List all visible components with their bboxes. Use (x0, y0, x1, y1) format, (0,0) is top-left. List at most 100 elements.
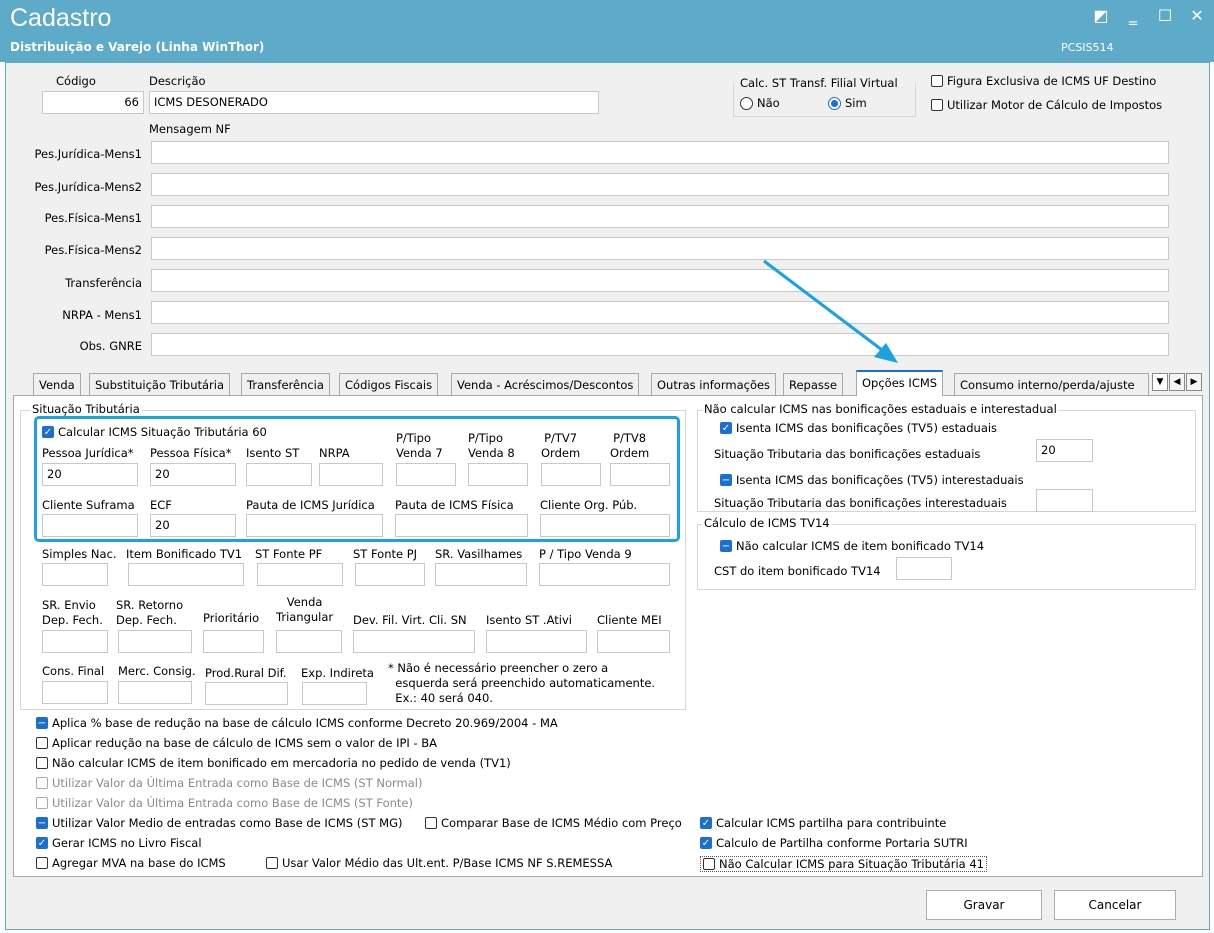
pessoa-juridica-input[interactable]: 20 (42, 463, 138, 486)
msg-input-1[interactable] (151, 141, 1169, 164)
nao-calcular-tv1-checkbox[interactable]: Não calcular ICMS de item bonificado em … (36, 756, 511, 770)
p-tipo-venda7-input[interactable] (396, 463, 456, 486)
figura-exclusiva-label: Figura Exclusiva de ICMS UF Destino (947, 74, 1157, 88)
usar-valor-medio-checkbox[interactable]: Usar Valor Médio das Ult.ent. P/Base ICM… (266, 856, 612, 870)
pauta-juridica-input[interactable] (246, 514, 383, 537)
msg-input-3[interactable] (151, 205, 1169, 228)
partilha-sutri-checkbox[interactable]: ✓ Calculo de Partilha conforme Portaria S… (700, 836, 968, 850)
comparar-base-label: Comparar Base de ICMS Médio com Preço (441, 816, 682, 830)
restore-icon[interactable]: ◩ (1092, 6, 1110, 25)
gravar-button[interactable]: Gravar (926, 890, 1042, 920)
p-tipo-venda8-input[interactable] (468, 463, 528, 486)
isento-st-ativi-input[interactable] (486, 630, 587, 653)
maximize-icon[interactable]: ☐ (1156, 6, 1174, 25)
pessoa-fisica-input[interactable]: 20 (150, 463, 236, 486)
msg-input-4[interactable] (151, 237, 1169, 260)
item-bonificado-label: Item Bonificado TV1 (126, 547, 243, 561)
sit-interestaduais-input[interactable] (1036, 489, 1093, 512)
st-fonte-pj-input[interactable] (355, 563, 425, 586)
radio-nao-icon (740, 96, 753, 110)
sr-retorno-input[interactable] (118, 630, 192, 653)
tab-repasse[interactable]: Repasse (783, 373, 843, 395)
figura-exclusiva-checkbox[interactable]: Figura Exclusiva de ICMS UF Destino (931, 74, 1156, 88)
tab-scroll-left-icon[interactable]: ◀ (1169, 373, 1185, 391)
cliente-mei-input[interactable] (597, 630, 670, 653)
tab-codigos-fiscais[interactable]: Códigos Fiscais (339, 373, 439, 395)
tab-substituicao-tributaria[interactable]: Substituição Tributária (89, 373, 231, 395)
radio-sim[interactable]: Sim (828, 96, 867, 110)
partilha-sutri-label: Calculo de Partilha conforme Portaria SU… (716, 836, 968, 850)
sr-envio-label: SR. Envio Dep. Fech. (42, 598, 103, 627)
tab-outras-informacoes[interactable]: Outras informações (651, 373, 777, 395)
agregar-mva-checkbox[interactable]: Agregar MVA na base do ICMS (36, 856, 226, 870)
st-fonte-pf-input[interactable] (257, 563, 343, 586)
calcular-icms-60-checkbox[interactable]: ✓ Calcular ICMS Situação Tributária 60 (42, 425, 267, 439)
checkbox-icon (36, 757, 48, 769)
p-tv8-label: P/TV8 Ordem (610, 431, 650, 460)
sr-envio-input[interactable] (42, 630, 108, 653)
msg-input-2[interactable] (151, 173, 1169, 196)
ecf-input[interactable]: 20 (150, 514, 236, 537)
p-tipo-venda9-label: P / Tipo Venda 9 (539, 547, 632, 561)
isento-st-input[interactable] (246, 463, 312, 486)
pessoa-fisica-label: Pessoa Física* (150, 446, 232, 460)
pauta-fisica-input[interactable] (395, 514, 528, 537)
radio-nao[interactable]: Não (740, 96, 780, 110)
msg-input-6[interactable] (151, 301, 1169, 324)
cliente-org-input[interactable] (540, 514, 670, 537)
partilha-contribuinte-checkbox[interactable]: ✓ Calcular ICMS partilha para contribuint… (700, 816, 946, 830)
motor-calculo-checkbox[interactable]: Utilizar Motor de Cálculo de Impostos (931, 98, 1162, 112)
merc-consig-input[interactable] (118, 681, 192, 704)
aplicar-sem-ipi-checkbox[interactable]: Aplicar redução na base de cálculo de IC… (36, 736, 437, 750)
descricao-label: Descrição (149, 74, 206, 88)
tab-dropdown-icon[interactable]: ▼ (1152, 373, 1168, 391)
p-tipo-venda8-label: P/Tipo Venda 8 (468, 431, 515, 460)
minimize-icon[interactable]: ‗ (1124, 6, 1142, 25)
checkbox-checked-icon: ✓ (720, 422, 732, 434)
aplica-reducao-checkbox[interactable]: − Aplica % base de redução na base de cál… (36, 716, 558, 730)
cancelar-button[interactable]: Cancelar (1054, 890, 1176, 920)
cons-final-input[interactable] (42, 681, 108, 704)
msg-input-5[interactable] (151, 269, 1169, 292)
prioritario-input[interactable] (203, 630, 264, 653)
cst-input[interactable] (896, 557, 952, 580)
tab-transferencia[interactable]: Transferência (241, 373, 330, 395)
valor-medio-mg-checkbox[interactable]: − Utilizar Valor Medio de entradas como B… (36, 816, 403, 830)
sit-estaduais-input[interactable]: 20 (1036, 439, 1093, 462)
simples-nac-input[interactable] (42, 563, 108, 586)
nao-calcular-41-label: Não Calcular ICMS para Situação Tributár… (719, 857, 984, 871)
msg-input-7[interactable] (151, 333, 1169, 356)
motor-calculo-label: Utilizar Motor de Cálculo de Impostos (947, 98, 1163, 112)
comparar-base-checkbox[interactable]: Comparar Base de ICMS Médio com Preço (425, 816, 682, 830)
tab-consumo-interno[interactable]: Consumo interno/perda/ajuste (954, 373, 1149, 395)
cliente-suframa-input[interactable] (42, 514, 138, 537)
nao-calcular-tv14-checkbox[interactable]: − Não calcular ICMS de item bonificado TV… (720, 539, 984, 553)
pessoa-juridica-label: Pessoa Jurídica* (42, 446, 134, 460)
codigo-label: Código (56, 74, 96, 88)
msg-label-3: Pes.Física-Mens1 (44, 211, 142, 225)
p-tipo-venda9-input[interactable] (539, 563, 670, 586)
isenta-estaduais-checkbox[interactable]: ✓ Isenta ICMS das bonificações (TV5) esta… (720, 421, 997, 435)
close-icon[interactable]: ✕ (1188, 6, 1206, 25)
nao-calcular-tv1-label: Não calcular ICMS de item bonificado em … (52, 756, 511, 770)
tab-venda-acrescimos[interactable]: Venda - Acréscimos/Descontos (451, 373, 640, 395)
descricao-input[interactable]: ICMS DESONERADO (149, 91, 599, 114)
tab-venda[interactable]: Venda (33, 373, 81, 395)
prod-rural-input[interactable] (205, 682, 288, 705)
tab-scroll-right-icon[interactable]: ▶ (1186, 373, 1202, 391)
p-tv8-input[interactable] (610, 463, 670, 486)
window-controls: ◩ ‗ ☐ ✕ (1092, 6, 1206, 25)
nao-calcular-41-checkbox[interactable]: Não Calcular ICMS para Situação Tributár… (700, 856, 987, 872)
tab-opcoes-icms[interactable]: Opções ICMS (856, 370, 944, 396)
item-bonificado-input[interactable] (128, 563, 244, 586)
dev-fil-input[interactable] (353, 630, 475, 653)
p-tv7-input[interactable] (541, 463, 601, 486)
nrpa-input[interactable] (319, 463, 383, 486)
gerar-livro-checkbox[interactable]: ✓ Gerar ICMS no Livro Fiscal (36, 836, 202, 850)
codigo-input[interactable]: 66 (42, 91, 144, 114)
exp-indireta-input[interactable] (302, 682, 367, 705)
sr-vasilhames-input[interactable] (435, 563, 527, 586)
venda-triangular-input[interactable] (276, 630, 342, 653)
checkbox-icon (36, 857, 48, 869)
isenta-interestaduais-checkbox[interactable]: − Isenta ICMS das bonificações (TV5) inte… (720, 473, 1024, 487)
